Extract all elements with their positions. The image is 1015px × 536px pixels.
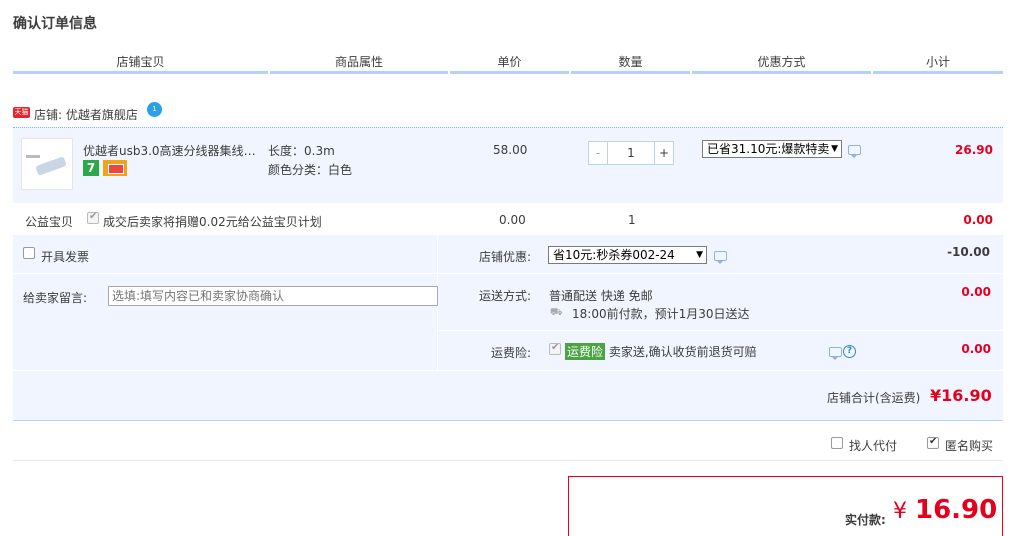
charity-price: 0.00 — [499, 213, 526, 227]
shop-total-value: ¥16.90 — [930, 386, 992, 405]
shop-total-row: 店铺合计(含运费) ¥16.90 — [13, 371, 1003, 421]
shop-row: 天猫 店铺: 优越者旗舰店 1 — [13, 100, 1003, 126]
currency-symbol: ¥ — [893, 499, 907, 524]
seller-message-input[interactable] — [108, 286, 438, 306]
invoice-label: 开具发票 — [41, 250, 90, 264]
charity-desc: 成交后卖家将捐赠0.02元给公益宝贝计划 — [103, 215, 322, 229]
message-icon[interactable] — [848, 145, 861, 158]
tmall-icon: 天猫 — [13, 107, 30, 118]
hub-shape — [35, 156, 67, 176]
product-name-link[interactable]: 优越者usb3.0高速分线器集线器… — [83, 142, 263, 159]
payment-label: 实付款: — [845, 513, 886, 527]
payment-summary: 实付款: ¥ 16.90 — [568, 476, 1003, 536]
unit-price: 58.00 — [493, 143, 528, 157]
shop-discount-amount: -10.00 — [947, 245, 990, 259]
message-label: 给卖家留言: — [23, 291, 88, 305]
dropdown-arrow-icon: ▼ — [696, 250, 703, 260]
promo-select-value: 已省31.10元:爆款特卖 — [707, 142, 830, 156]
insurance-amount: 0.00 — [961, 342, 991, 356]
shop-name[interactable]: 店铺: 优越者旗舰店 — [34, 106, 138, 123]
charity-subtotal: 0.00 — [963, 213, 993, 227]
help-icon[interactable]: ? — [843, 345, 856, 358]
col-header-qty: 数量 — [571, 52, 690, 74]
insurance-desc: 卖家送,确认收货前退货可赔 — [608, 345, 757, 359]
shop-discount-select[interactable]: 省10元:秒杀券002-24 ▼ — [548, 246, 707, 264]
shop-discount-value: 省10元:秒杀券002-24 — [553, 248, 675, 262]
payment-amount: 16.90 — [915, 495, 998, 525]
attr-color: 颜色分类：白色 — [268, 163, 353, 177]
col-header-subtotal: 小计 — [873, 52, 1003, 74]
item-subtotal: 26.90 — [955, 143, 993, 157]
shop-discount-label: 店铺优惠: — [479, 250, 532, 264]
page-title: 确认订单信息 — [13, 16, 97, 32]
col-header-attr: 商品属性 — [270, 52, 448, 74]
shipping-label: 运送方式: — [479, 289, 532, 303]
divider — [438, 273, 1003, 274]
shipping-method: 普通配送 快递 免邮 — [549, 289, 653, 303]
message-icon[interactable] — [829, 347, 842, 360]
cable-shape — [26, 155, 40, 158]
col-header-price: 单价 — [450, 52, 569, 74]
message-icon[interactable] — [714, 251, 727, 264]
divider — [438, 330, 1003, 331]
charity-checkbox — [87, 211, 99, 224]
credit-card-icon — [103, 160, 127, 176]
order-item: 优越者usb3.0高速分线器集线器… 7 长度：0.3m 颜色分类：白色 58.… — [13, 127, 1003, 203]
anonymous-checkbox[interactable] — [927, 436, 939, 449]
shop-total-label: 店铺合计(含运费) — [827, 391, 921, 405]
dropdown-arrow-icon: ▼ — [831, 144, 838, 154]
order-options-panel: 开具发票 给卖家留言: — [13, 235, 438, 370]
promo-select[interactable]: 已省31.10元:爆款特卖 ▼ — [702, 140, 842, 158]
qty-input[interactable] — [608, 141, 654, 165]
shipping-amount: 0.00 — [961, 285, 991, 299]
insurance-label: 运费险: — [491, 346, 532, 360]
qty-increase-button[interactable]: + — [654, 141, 674, 165]
delivery-truck-icon: ⛟ — [550, 307, 563, 318]
insurance-tag: 运费险 — [565, 343, 606, 360]
charity-label: 公益宝贝 — [25, 215, 74, 229]
proxy-pay-checkbox[interactable] — [831, 437, 843, 449]
anonymous-label: 匿名购买 — [945, 439, 994, 453]
chat-icon[interactable]: 1 — [147, 102, 162, 117]
col-header-item: 店铺宝贝 — [13, 52, 268, 74]
attr-length: 长度：0.3m — [268, 144, 335, 158]
col-header-promo: 优惠方式 — [692, 52, 871, 74]
qty-decrease-button[interactable]: - — [588, 141, 608, 165]
product-thumbnail[interactable] — [21, 138, 73, 190]
shipping-eta: 18:00前付款，预计1月30日送达 — [572, 307, 750, 321]
insurance-checkbox — [549, 342, 561, 355]
divider — [13, 460, 1003, 461]
charity-qty: 1 — [628, 213, 636, 227]
insurance-info: 运费险 卖家送,确认收货前退货可赔 — [565, 343, 757, 360]
shop-summary-panel: 店铺优惠: 省10元:秒杀券002-24 ▼ -10.00 运送方式: 普通配送… — [438, 235, 1003, 370]
proxy-pay-label: 找人代付 — [849, 439, 898, 453]
seven-day-return-icon: 7 — [83, 160, 99, 176]
quantity-stepper: - + — [588, 141, 674, 165]
invoice-checkbox[interactable] — [23, 247, 35, 259]
divider — [13, 273, 437, 274]
